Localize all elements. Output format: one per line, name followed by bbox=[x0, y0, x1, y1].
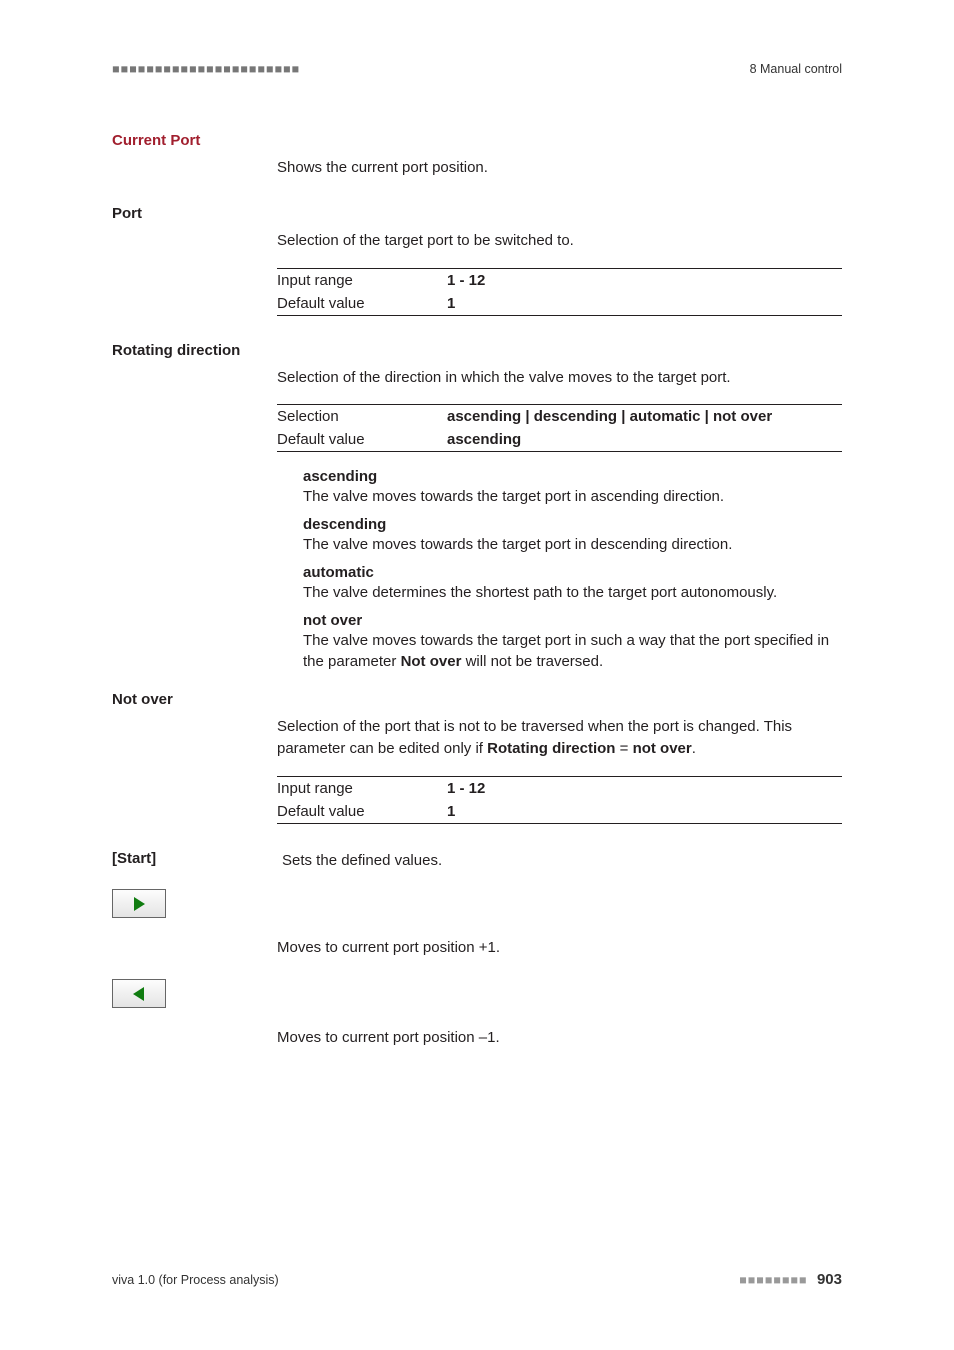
not-over-b1: Rotating direction bbox=[487, 740, 615, 757]
port-default-label: Default value bbox=[277, 292, 447, 316]
option-automatic: automatic The valve determines the short… bbox=[303, 564, 842, 604]
table-port: Input range 1 - 12 Default value 1 bbox=[277, 268, 842, 316]
footer-left: viva 1.0 (for Process analysis) bbox=[112, 1273, 279, 1287]
footer-dashes: ■■■■■■■■ bbox=[739, 1273, 807, 1287]
play-right-icon bbox=[131, 896, 147, 912]
forward-button[interactable] bbox=[112, 889, 166, 918]
rotating-selection-label: Selection bbox=[277, 405, 447, 429]
desc-forward: Moves to current port position +1. bbox=[277, 937, 842, 959]
label-not-over: Not over bbox=[112, 691, 282, 708]
option-not-over-bold: Not over bbox=[401, 653, 462, 670]
label-current-port: Current Port bbox=[112, 132, 282, 149]
option-not-over: not over The valve moves towards the tar… bbox=[303, 612, 842, 674]
not-over-default-label: Default value bbox=[277, 800, 447, 824]
not-over-eq: = bbox=[615, 740, 632, 757]
desc-start: Sets the defined values. bbox=[277, 840, 842, 872]
rotating-selection-value: ascending | descending | automatic | not… bbox=[447, 405, 842, 429]
desc-rotating-direction: Selection of the direction in which the … bbox=[277, 367, 842, 389]
port-default-value: 1 bbox=[447, 292, 842, 316]
option-automatic-text: The valve determines the shortest path t… bbox=[303, 582, 842, 604]
header-section: 8 Manual control bbox=[750, 62, 842, 76]
desc-not-over: Selection of the port that is not to be … bbox=[277, 716, 842, 760]
back-button[interactable] bbox=[112, 979, 166, 1008]
label-start: [Start] bbox=[112, 850, 282, 867]
rotating-default-label: Default value bbox=[277, 428, 447, 452]
option-ascending-text: The valve moves towards the target port … bbox=[303, 486, 842, 508]
desc-current-port: Shows the current port position. bbox=[277, 157, 842, 179]
option-descending-label: descending bbox=[303, 516, 842, 533]
option-not-over-text: The valve moves towards the target port … bbox=[303, 630, 842, 674]
option-ascending-label: ascending bbox=[303, 468, 842, 485]
option-automatic-label: automatic bbox=[303, 564, 842, 581]
table-rotating: Selection ascending | descending | autom… bbox=[277, 404, 842, 452]
rotating-default-value: ascending bbox=[447, 428, 842, 452]
port-input-range-label: Input range bbox=[277, 268, 447, 292]
page-footer: viva 1.0 (for Process analysis) ■■■■■■■■… bbox=[112, 1271, 842, 1288]
desc-back: Moves to current port position –1. bbox=[277, 1027, 842, 1049]
play-left-icon bbox=[131, 986, 147, 1002]
label-rotating-direction: Rotating direction bbox=[112, 342, 282, 359]
option-descending: descending The valve moves towards the t… bbox=[303, 516, 842, 556]
page-number: 903 bbox=[817, 1271, 842, 1288]
header-dashes: ■■■■■■■■■■■■■■■■■■■■■■ bbox=[112, 62, 300, 76]
label-port: Port bbox=[112, 205, 282, 222]
option-not-over-text2: will not be traversed. bbox=[461, 653, 603, 670]
not-over-period: . bbox=[692, 740, 696, 757]
table-not-over: Input range 1 - 12 Default value 1 bbox=[277, 776, 842, 824]
port-input-range-value: 1 - 12 bbox=[447, 268, 842, 292]
not-over-b2: not over bbox=[633, 740, 692, 757]
not-over-input-range-label: Input range bbox=[277, 776, 447, 800]
not-over-default-value: 1 bbox=[447, 800, 842, 824]
not-over-input-range-value: 1 - 12 bbox=[447, 776, 842, 800]
page-header: ■■■■■■■■■■■■■■■■■■■■■■ 8 Manual control bbox=[112, 62, 842, 76]
option-descending-text: The valve moves towards the target port … bbox=[303, 534, 842, 556]
option-not-over-label: not over bbox=[303, 612, 842, 629]
option-ascending: ascending The valve moves towards the ta… bbox=[303, 468, 842, 508]
desc-port: Selection of the target port to be switc… bbox=[277, 230, 842, 252]
